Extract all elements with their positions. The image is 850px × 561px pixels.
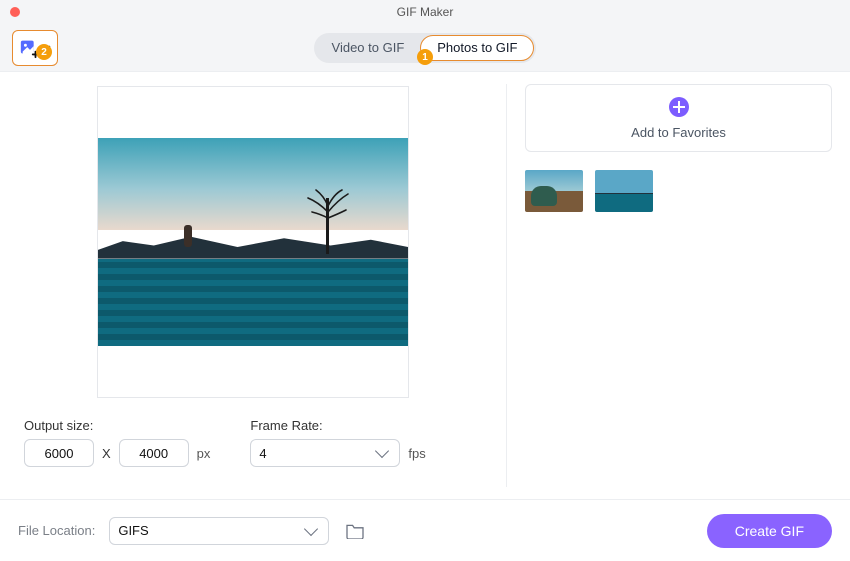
framerate-group: Frame Rate: 4 fps (250, 418, 425, 467)
thumbnail[interactable] (525, 170, 583, 212)
file-location-value: GIFS (118, 523, 148, 538)
tab-video-to-gif[interactable]: Video to GIF (316, 35, 421, 61)
tab-photos-to-gif[interactable]: Photos to GIF (420, 35, 534, 61)
favorites-pane: Add to Favorites (507, 72, 850, 499)
output-size-group: Output size: X px (24, 418, 210, 467)
preview-photo (98, 138, 408, 346)
toolbar: 2 1 Video to GIF Photos to GIF (0, 24, 850, 72)
preview-pane: Output size: X px Frame Rate: 4 fps (0, 72, 506, 499)
photos-tab-badge: 1 (417, 49, 433, 65)
output-controls: Output size: X px Frame Rate: 4 fps (24, 418, 482, 467)
file-location-select[interactable]: GIFS (109, 517, 329, 545)
window-title: GIF Maker (397, 5, 454, 19)
footer: File Location: GIFS Create GIF (0, 499, 850, 561)
open-folder-icon[interactable] (345, 523, 365, 539)
file-location-label: File Location: (18, 523, 95, 538)
tree-icon (302, 188, 354, 254)
add-media-badge: 2 (36, 44, 52, 60)
size-unit: px (197, 446, 211, 461)
output-height-input[interactable] (119, 439, 189, 467)
framerate-select[interactable]: 4 (250, 439, 400, 467)
close-dot[interactable] (10, 7, 20, 17)
framerate-label: Frame Rate: (250, 418, 425, 433)
favorites-thumbnails (525, 170, 832, 212)
chevron-down-icon (304, 521, 318, 535)
add-to-favorites-label: Add to Favorites (631, 125, 726, 140)
add-to-favorites-button[interactable]: Add to Favorites (525, 84, 832, 152)
chevron-down-icon (375, 444, 389, 458)
output-width-input[interactable] (24, 439, 94, 467)
framerate-value: 4 (259, 446, 266, 461)
plus-icon (669, 97, 689, 117)
thumbnail[interactable] (595, 170, 653, 212)
framerate-unit: fps (408, 446, 425, 461)
titlebar: GIF Maker (0, 0, 850, 24)
size-separator: X (102, 446, 111, 461)
create-gif-button[interactable]: Create GIF (707, 514, 832, 548)
preview-frame (97, 86, 409, 398)
output-size-label: Output size: (24, 418, 210, 433)
